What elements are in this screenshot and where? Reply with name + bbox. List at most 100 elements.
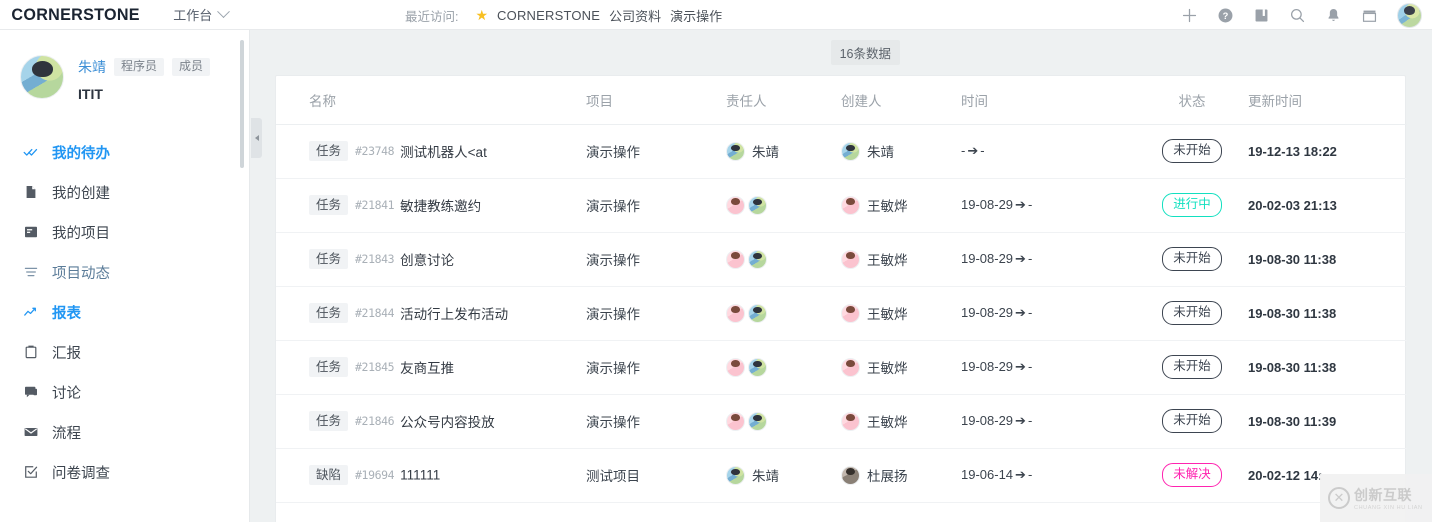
help-icon[interactable]: ? — [1217, 7, 1234, 24]
creator-name: 王敏烨 — [867, 411, 908, 431]
status-badge[interactable]: 进行中 — [1162, 193, 1222, 217]
avatar[interactable] — [1397, 3, 1422, 28]
status-badge[interactable]: 未开始 — [1162, 301, 1222, 325]
table-row[interactable]: 任务#21841敏捷教练邀约演示操作王敏烨19-08-29➔-进行中20-02-… — [276, 178, 1407, 232]
cell-name[interactable]: 任务#23748测试机器人<at — [276, 124, 586, 178]
table-row[interactable]: 任务#21843创意讨论演示操作王敏烨19-08-29➔-未开始19-08-30… — [276, 232, 1407, 286]
avatar[interactable] — [748, 304, 767, 323]
user-member-tag: 成员 — [172, 58, 210, 76]
avatar[interactable] — [726, 196, 745, 215]
creator[interactable]: 王敏烨 — [841, 303, 961, 323]
avatar[interactable] — [726, 412, 745, 431]
cell-name[interactable]: 任务#21843创意讨论 — [276, 232, 586, 286]
cell-project[interactable]: 演示操作 — [586, 232, 726, 286]
recent-link-cornerstone[interactable]: CORNERSTONE — [497, 8, 600, 23]
list-icon — [23, 264, 39, 280]
cell-project[interactable]: 演示操作 — [586, 340, 726, 394]
user-name[interactable]: 朱靖 — [78, 57, 106, 77]
issue-title[interactable]: 111111 — [400, 468, 440, 483]
sidebar-item-my-todo[interactable]: 我的待办 — [0, 132, 249, 172]
creator[interactable]: 王敏烨 — [841, 249, 961, 269]
search-icon[interactable] — [1289, 7, 1306, 24]
time-range: 19-06-14➔- — [961, 467, 1032, 482]
cell-name[interactable]: 任务#21844活动行上发布活动 — [276, 286, 586, 340]
column-header-creator[interactable]: 创建人 — [841, 76, 961, 124]
cell-name[interactable]: 任务#21845友商互推 — [276, 340, 586, 394]
avatar[interactable] — [748, 250, 767, 269]
cell-owner — [726, 286, 841, 340]
creator[interactable]: 王敏烨 — [841, 357, 961, 377]
recent-link-demo-ops[interactable]: 演示操作 — [670, 6, 722, 25]
issue-title[interactable]: 活动行上发布活动 — [400, 307, 508, 322]
sidebar-item-reports[interactable]: 报表 — [0, 292, 249, 332]
sidebar-item-my-projects[interactable]: 我的项目 — [0, 212, 249, 252]
sidebar-item-discussion[interactable]: 讨论 — [0, 372, 249, 412]
avatar[interactable] — [726, 304, 745, 323]
table-row[interactable]: 任务#21845友商互推演示操作王敏烨19-08-29➔-未开始19-08-30… — [276, 340, 1407, 394]
cell-name[interactable]: 缺陷#19694111111 — [276, 448, 586, 502]
book-icon[interactable] — [1253, 7, 1270, 24]
calendar-icon[interactable] — [1361, 7, 1378, 24]
avatar[interactable] — [748, 358, 767, 377]
owner[interactable]: 朱靖 — [726, 465, 779, 485]
cell-project[interactable]: 测试项目 — [586, 448, 726, 502]
user-role-tag: 程序员 — [114, 58, 164, 76]
avatar[interactable] — [748, 412, 767, 431]
column-header-project[interactable]: 项目 — [586, 76, 726, 124]
cell-project[interactable]: 演示操作 — [586, 178, 726, 232]
updated-time: 19-08-30 11:38 — [1248, 252, 1336, 267]
avatar[interactable] — [748, 196, 767, 215]
owner[interactable]: 朱靖 — [726, 141, 779, 161]
bell-icon[interactable] — [1325, 7, 1342, 24]
table-row[interactable]: 缺陷#19694111111测试项目朱靖杜展扬19-06-14➔-未解决20-0… — [276, 448, 1407, 502]
issue-title[interactable]: 敏捷教练邀约 — [400, 199, 481, 214]
table-row[interactable]: 任务#21844活动行上发布活动演示操作王敏烨19-08-29➔-未开始19-0… — [276, 286, 1407, 340]
avatar[interactable] — [726, 358, 745, 377]
creator[interactable]: 杜展扬 — [841, 465, 961, 485]
avatar — [726, 466, 745, 485]
avatar[interactable] — [726, 250, 745, 269]
recent-link-company-info[interactable]: 公司资料 — [609, 6, 661, 25]
sidebar-item-my-created[interactable]: 我的创建 — [0, 172, 249, 212]
time-end: - — [1028, 305, 1032, 320]
main-content: 16条数据 名称 项目 责任人 创建人 时间 状态 更新时间 任务#23748测… — [250, 30, 1432, 522]
column-header-status[interactable]: 状态 — [1136, 76, 1248, 124]
table-row[interactable]: 任务#23748测试机器人<at演示操作朱靖朱靖-➔-未开始19-12-13 1… — [276, 124, 1407, 178]
sidebar-item-report-submit[interactable]: 汇报 — [0, 332, 249, 372]
table-row[interactable]: 任务#21846公众号内容投放演示操作王敏烨19-08-29➔-未开始19-08… — [276, 394, 1407, 448]
creator[interactable]: 王敏烨 — [841, 411, 961, 431]
status-badge[interactable]: 未解决 — [1162, 463, 1222, 487]
plus-icon[interactable] — [1181, 7, 1198, 24]
sidebar-scrollbar[interactable] — [240, 40, 244, 168]
creator[interactable]: 王敏烨 — [841, 195, 961, 215]
toolbar: 16条数据 — [250, 30, 1432, 68]
status-badge[interactable]: 未开始 — [1162, 247, 1222, 271]
cell-name[interactable]: 任务#21841敏捷教练邀约 — [276, 178, 586, 232]
sidebar-item-project-activity[interactable]: 项目动态 — [0, 252, 249, 292]
column-header-updated[interactable]: 更新时间 — [1248, 76, 1407, 124]
issue-title[interactable]: 友商互推 — [400, 361, 454, 376]
column-header-time[interactable]: 时间 — [961, 76, 1136, 124]
sidebar-item-survey[interactable]: 问卷调查 — [0, 452, 249, 492]
issue-title[interactable]: 创意讨论 — [400, 253, 454, 268]
user-profile[interactable]: 朱靖 程序员 成员 ITIT — [0, 30, 249, 102]
sidebar-item-workflow[interactable]: 流程 — [0, 412, 249, 452]
issue-title[interactable]: 测试机器人<at — [400, 145, 487, 160]
column-header-name[interactable]: 名称 — [276, 76, 586, 124]
cell-project[interactable]: 演示操作 — [586, 394, 726, 448]
cell-project[interactable]: 演示操作 — [586, 286, 726, 340]
sidebar-collapse-handle[interactable] — [251, 118, 262, 158]
issue-title[interactable]: 公众号内容投放 — [400, 415, 495, 430]
workbench-menu[interactable]: 工作台 — [173, 5, 228, 24]
status-badge[interactable]: 未开始 — [1162, 139, 1222, 163]
cell-name[interactable]: 任务#21846公众号内容投放 — [276, 394, 586, 448]
column-header-owner[interactable]: 责任人 — [726, 76, 841, 124]
owner-name: 朱靖 — [752, 141, 779, 161]
cell-status: 未开始 — [1136, 124, 1248, 178]
status-badge[interactable]: 未开始 — [1162, 355, 1222, 379]
status-badge[interactable]: 未开始 — [1162, 409, 1222, 433]
issue-id: #19694 — [355, 468, 394, 482]
app-logo[interactable]: CORNERSTONE — [0, 5, 140, 25]
cell-project[interactable]: 演示操作 — [586, 124, 726, 178]
creator[interactable]: 朱靖 — [841, 141, 961, 161]
